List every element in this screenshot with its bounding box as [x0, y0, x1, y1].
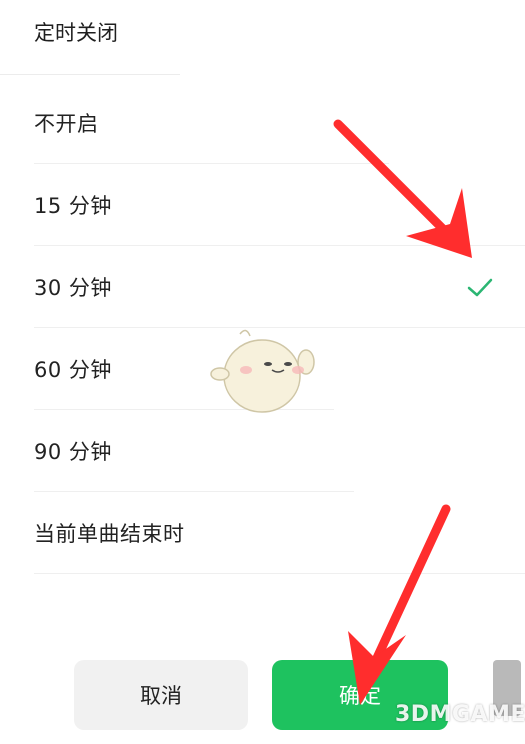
option-label: 60 分钟: [34, 358, 112, 382]
option-15-min[interactable]: 15 分钟: [0, 164, 525, 246]
divider: [34, 573, 525, 574]
option-label: 当前单曲结束时: [34, 522, 185, 546]
option-30-min[interactable]: 30 分钟: [0, 246, 525, 328]
watermark-logo: 3DMGAME: [395, 702, 525, 727]
option-label: 30 分钟: [34, 276, 112, 300]
divider: [0, 74, 180, 75]
option-label: 15 分钟: [34, 194, 112, 218]
option-label: 90 分钟: [34, 440, 112, 464]
option-90-min[interactable]: 90 分钟: [0, 410, 525, 492]
option-off[interactable]: 不开启: [0, 82, 525, 164]
cancel-button[interactable]: 取消: [74, 660, 248, 730]
option-label: 不开启: [34, 112, 99, 136]
dialog-title: 定时关闭: [34, 21, 118, 45]
check-icon: [467, 278, 493, 297]
mascot-sticker: [210, 329, 315, 413]
option-end-of-song[interactable]: 当前单曲结束时: [0, 492, 525, 574]
